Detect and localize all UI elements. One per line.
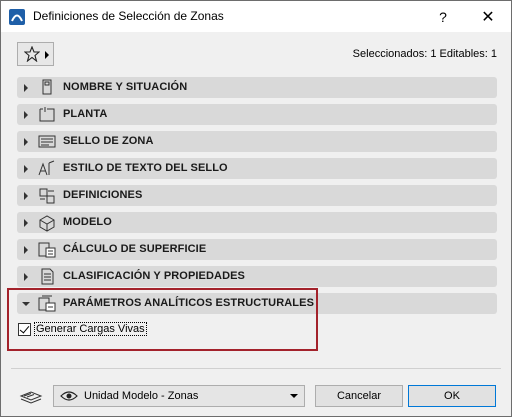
- panel-text-style[interactable]: ESTILO DE TEXTO DEL SELLO: [17, 158, 497, 179]
- footer-separator: [11, 368, 501, 369]
- expand-arrow-icon: [24, 192, 28, 200]
- panel-floor-plan[interactable]: PLANTA: [17, 104, 497, 125]
- live-loads-label[interactable]: Generar Cargas Vivas: [34, 322, 147, 336]
- title-bar: Definiciones de Selección de Zonas ? ✕: [1, 1, 511, 32]
- panel-classification[interactable]: CLASIFICACIÓN Y PROPIEDADES: [17, 266, 497, 287]
- expand-arrow-icon: [24, 111, 28, 119]
- name-location-icon: [42, 79, 52, 95]
- panel-label: DEFINICIONES: [63, 189, 143, 201]
- panel-label: SELLO DE ZONA: [63, 135, 154, 147]
- panel-definitions[interactable]: DEFINICIONES: [17, 185, 497, 206]
- star-icon: [24, 46, 40, 62]
- floor-plan-icon: [39, 107, 55, 122]
- favorites-button[interactable]: [17, 42, 54, 66]
- help-button[interactable]: ?: [426, 1, 460, 32]
- view-select-dropdown[interactable]: Unidad Modelo - Zonas: [53, 385, 305, 407]
- selection-info: Seleccionados: 1 Editables: 1: [352, 48, 497, 60]
- panel-label: MODELO: [63, 216, 112, 228]
- classification-icon: [41, 268, 54, 285]
- zone-stamp-icon: [38, 135, 56, 148]
- panel-label: NOMBRE Y SITUACIÓN: [63, 81, 188, 93]
- archicad-app-icon: [9, 9, 25, 25]
- text-style-icon: [38, 160, 55, 176]
- expand-arrow-icon: [24, 273, 28, 281]
- definitions-icon: [39, 188, 55, 204]
- panel-label: CÁLCULO DE SUPERFICIE: [63, 243, 207, 255]
- close-button[interactable]: ✕: [471, 1, 505, 32]
- panel-area-calculation[interactable]: CÁLCULO DE SUPERFICIE: [17, 239, 497, 260]
- expand-arrow-icon: [24, 246, 28, 254]
- panel-label: CLASIFICACIÓN Y PROPIEDADES: [63, 270, 245, 282]
- area-calculation-icon: [38, 242, 56, 258]
- panel-model[interactable]: MODELO: [17, 212, 497, 233]
- live-loads-row[interactable]: Generar Cargas Vivas: [18, 322, 147, 336]
- model-icon: [39, 215, 55, 232]
- expand-arrow-icon: [24, 138, 28, 146]
- layer-icon[interactable]: [19, 386, 43, 404]
- expand-arrow-icon: [24, 219, 28, 227]
- highlight-annotation: [7, 288, 318, 351]
- panel-label: ESTILO DE TEXTO DEL SELLO: [63, 162, 228, 174]
- expand-arrow-icon: [24, 165, 28, 173]
- eye-icon: [60, 391, 78, 401]
- window-title: Definiciones de Selección de Zonas: [33, 9, 224, 23]
- view-select-value: Unidad Modelo - Zonas: [84, 390, 199, 402]
- dialog-window: Definiciones de Selección de Zonas ? ✕ S…: [0, 0, 512, 417]
- chevron-down-icon: [290, 394, 298, 398]
- ok-button[interactable]: OK: [408, 385, 496, 407]
- expand-arrow-icon: [24, 84, 28, 92]
- panel-zone-stamp[interactable]: SELLO DE ZONA: [17, 131, 497, 152]
- favorites-caret-icon: [45, 51, 49, 59]
- panel-name-location[interactable]: NOMBRE Y SITUACIÓN: [17, 77, 497, 98]
- live-loads-checkbox[interactable]: [18, 322, 31, 336]
- cancel-button[interactable]: Cancelar: [315, 385, 403, 407]
- panel-label: PLANTA: [63, 108, 108, 120]
